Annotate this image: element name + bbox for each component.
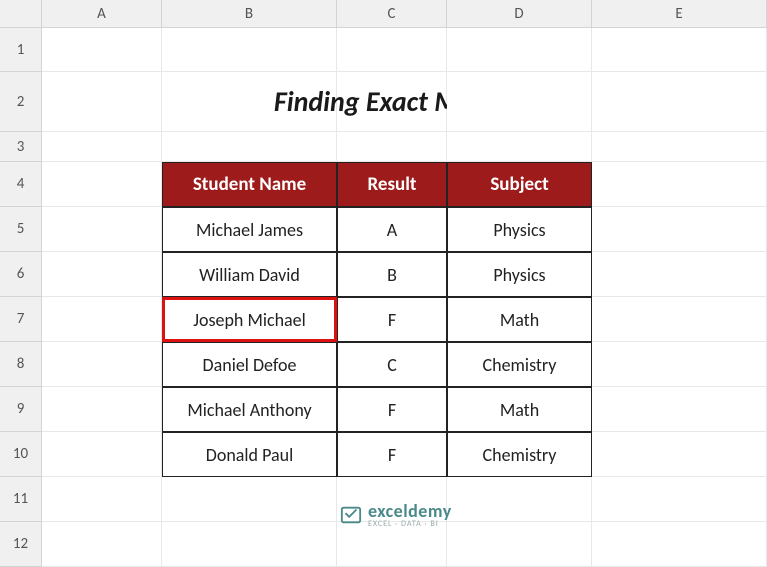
table-cell-C6[interactable]: B [337, 252, 447, 297]
table-header-subject[interactable]: Subject [447, 162, 592, 207]
cell-A12[interactable] [42, 522, 162, 567]
cell-E4[interactable] [592, 162, 767, 207]
cell-E8[interactable] [592, 342, 767, 387]
cell-A5[interactable] [42, 207, 162, 252]
cell-A11[interactable] [42, 477, 162, 522]
table-cell-C7[interactable]: F [337, 297, 447, 342]
table-cell-B5[interactable]: Michael James [162, 207, 337, 252]
col-header-A[interactable]: A [42, 0, 162, 28]
row-header-1[interactable]: 1 [0, 28, 42, 72]
table-header-student[interactable]: Student Name [162, 162, 337, 207]
cell-E9[interactable] [592, 387, 767, 432]
cell-E3[interactable] [592, 132, 767, 162]
row-header-7[interactable]: 7 [0, 297, 42, 342]
col-header-E[interactable]: E [592, 0, 767, 28]
row-header-12[interactable]: 12 [0, 522, 42, 567]
spreadsheet-grid[interactable]: A B C D E 1 2 Finding Exact Match 3 4 St… [0, 0, 767, 567]
cell-E7[interactable] [592, 297, 767, 342]
table-cell-D8[interactable]: Chemistry [447, 342, 592, 387]
row-header-5[interactable]: 5 [0, 207, 42, 252]
cell-B12[interactable] [162, 522, 337, 567]
table-cell-C8[interactable]: C [337, 342, 447, 387]
cell-B11[interactable] [162, 477, 337, 522]
table-cell-D10[interactable]: Chemistry [447, 432, 592, 477]
row-header-10[interactable]: 10 [0, 432, 42, 477]
cell-B3[interactable] [162, 132, 337, 162]
cell-E11[interactable] [592, 477, 767, 522]
select-all-corner[interactable] [0, 0, 42, 28]
cell-A1[interactable] [42, 28, 162, 72]
table-cell-B9[interactable]: Michael Anthony [162, 387, 337, 432]
cell-D12[interactable] [447, 522, 592, 567]
cell-A8[interactable] [42, 342, 162, 387]
cell-A6[interactable] [42, 252, 162, 297]
watermark-logo: exceldemy EXCEL · DATA · BI [340, 500, 452, 529]
table-cell-B6[interactable]: William David [162, 252, 337, 297]
table-cell-C5[interactable]: A [337, 207, 447, 252]
cell-D2[interactable] [447, 72, 592, 132]
page-title: Finding Exact Match [337, 72, 447, 132]
table-cell-C9[interactable]: F [337, 387, 447, 432]
cell-A9[interactable] [42, 387, 162, 432]
cell-C3[interactable] [337, 132, 447, 162]
cell-A10[interactable] [42, 432, 162, 477]
table-cell-D5[interactable]: Physics [447, 207, 592, 252]
table-cell-D6[interactable]: Physics [447, 252, 592, 297]
row-header-3[interactable]: 3 [0, 132, 42, 162]
cell-E12[interactable] [592, 522, 767, 567]
cell-D11[interactable] [447, 477, 592, 522]
cell-E1[interactable] [592, 28, 767, 72]
exceldemy-icon [340, 504, 362, 526]
table-cell-D9[interactable]: Math [447, 387, 592, 432]
cell-A7[interactable] [42, 297, 162, 342]
col-header-D[interactable]: D [447, 0, 592, 28]
cell-D1[interactable] [447, 28, 592, 72]
col-header-C[interactable]: C [337, 0, 447, 28]
cell-E5[interactable] [592, 207, 767, 252]
cell-E6[interactable] [592, 252, 767, 297]
table-header-result[interactable]: Result [337, 162, 447, 207]
row-header-11[interactable]: 11 [0, 477, 42, 522]
cell-E2[interactable] [592, 72, 767, 132]
table-cell-C10[interactable]: F [337, 432, 447, 477]
col-header-B[interactable]: B [162, 0, 337, 28]
table-cell-B7-highlighted[interactable]: Joseph Michael [162, 297, 337, 342]
row-header-4[interactable]: 4 [0, 162, 42, 207]
row-header-8[interactable]: 8 [0, 342, 42, 387]
row-header-6[interactable]: 6 [0, 252, 42, 297]
table-cell-D7[interactable]: Math [447, 297, 592, 342]
table-cell-B8[interactable]: Daniel Defoe [162, 342, 337, 387]
table-cell-B10[interactable]: Donald Paul [162, 432, 337, 477]
row-header-2[interactable]: 2 [0, 72, 42, 132]
cell-D3[interactable] [447, 132, 592, 162]
cell-A4[interactable] [42, 162, 162, 207]
cell-A2[interactable] [42, 72, 162, 132]
cell-C1[interactable] [337, 28, 447, 72]
cell-A3[interactable] [42, 132, 162, 162]
row-header-9[interactable]: 9 [0, 387, 42, 432]
cell-B1[interactable] [162, 28, 337, 72]
cell-E10[interactable] [592, 432, 767, 477]
